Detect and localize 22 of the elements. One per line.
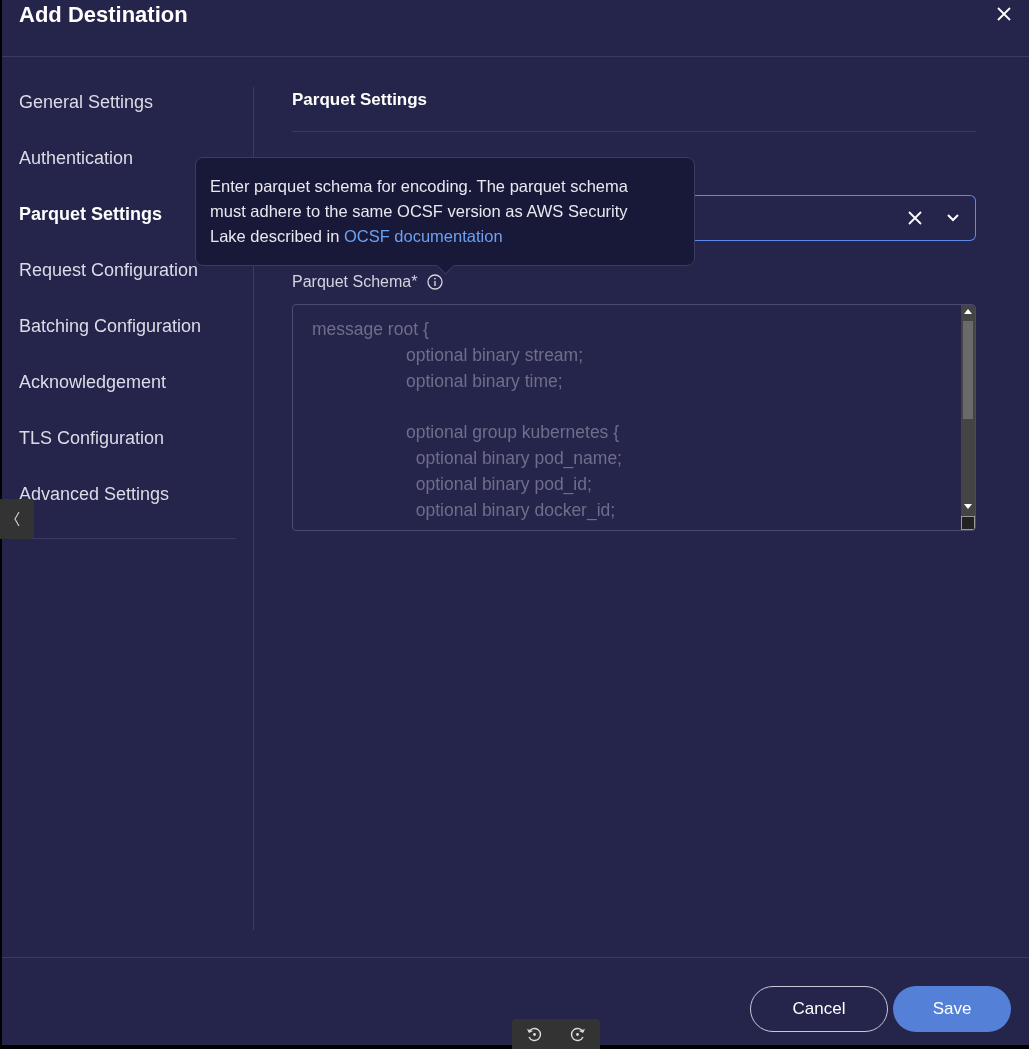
sidebar-item[interactable]: Acknowledgement <box>19 369 167 395</box>
close-icon[interactable] <box>996 6 1012 22</box>
documentation-link[interactable]: OCSF documentation <box>343 227 503 245</box>
clear-icon[interactable] <box>907 210 923 226</box>
section-heading: Parquet Settings <box>292 87 976 132</box>
sidebar-item[interactable]: Parquet Settings <box>19 201 163 227</box>
sidebar-item[interactable]: Authentication <box>19 145 134 171</box>
sidebar-item[interactable]: Request Configuration <box>19 257 199 283</box>
select-field[interactable] <box>693 195 976 241</box>
info-icon[interactable] <box>427 274 444 290</box>
sidebar-item[interactable]: Batching Configuration <box>19 313 202 339</box>
tooltip-text: Enter parquet schema for encoding. The parquet schema must adhere to the same OCSF version as AWS Security Lake described in OCSF documentation <box>210 176 629 247</box>
rotate-left-icon[interactable] <box>526 1026 542 1042</box>
chevron-down-icon[interactable] <box>947 214 959 222</box>
sidebar-item[interactable]: General Settings <box>19 89 154 115</box>
sidebar-item[interactable]: Advanced Settings <box>19 481 170 507</box>
field-label: Parquet Schema* <box>292 273 418 291</box>
dialog-title: Add Destination <box>19 2 188 28</box>
rotate-right-icon[interactable] <box>570 1026 586 1042</box>
save-button[interactable]: Save <box>893 985 1011 1032</box>
sidebar-item[interactable]: TLS Configuration <box>19 425 165 451</box>
collapse-handle[interactable] <box>0 499 34 539</box>
